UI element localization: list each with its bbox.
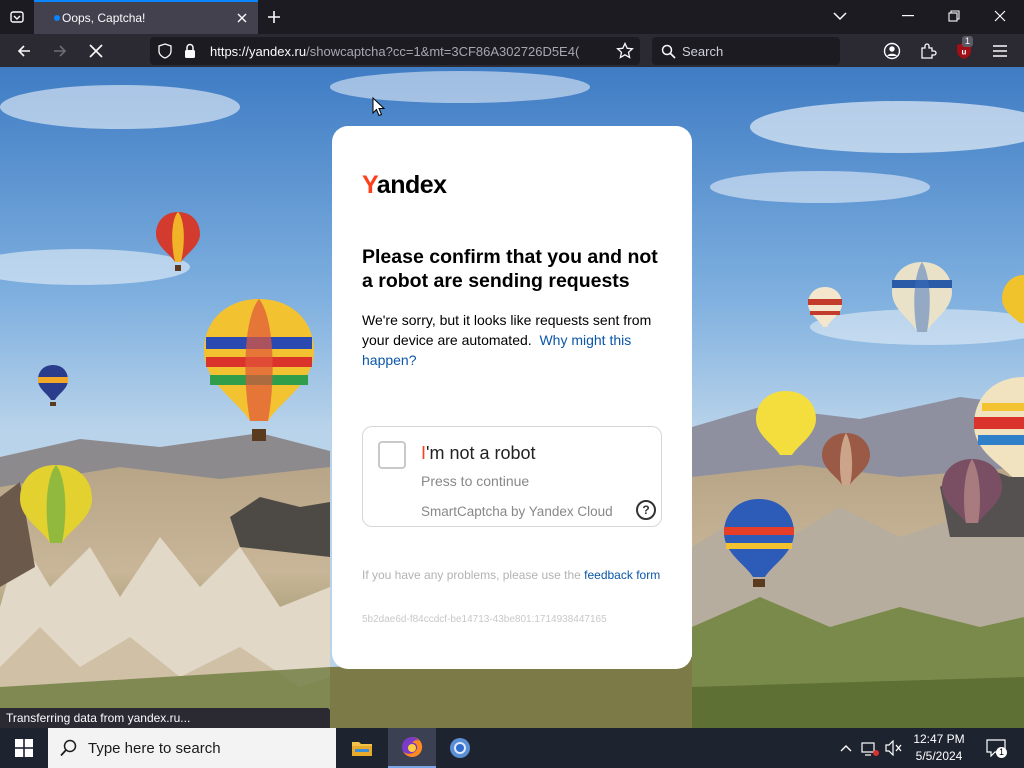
extensions-puzzle-icon[interactable] [914,37,942,65]
taskbar-clock[interactable]: 12:47 PM 5/5/2024 [904,731,974,765]
feedback-form-link[interactable]: feedback form [584,568,660,582]
search-bar[interactable]: Search [652,37,840,65]
not-robot-label[interactable]: I'm not a robot [421,443,536,464]
chrome-icon[interactable] [436,728,484,768]
windows-start-icon[interactable] [0,728,48,768]
minimize-icon[interactable] [888,2,928,30]
search-icon [661,44,676,64]
hot-air-balloon-image [892,262,952,332]
search-placeholder: Search [682,44,724,59]
label-rest: 'm not a robot [426,443,536,463]
press-to-continue-label: Press to continue [421,473,530,489]
lock-icon[interactable] [184,43,196,64]
tab-list-icon[interactable] [4,4,30,30]
forward-arrow-icon[interactable] [46,37,74,65]
file-explorer-icon[interactable] [338,728,386,768]
hot-air-balloon-image [756,391,816,455]
hamburger-menu-icon[interactable] [986,37,1014,65]
status-bar: Transferring data from yandex.ru... [0,708,330,728]
feedback-note: If you have any problems, please use the… [362,567,662,583]
back-arrow-icon[interactable] [10,37,38,65]
page-background: Yandex Please confirm that you and not a… [0,67,1024,728]
clock-time: 12:47 PM [913,732,965,746]
volume-muted-icon[interactable] [884,738,904,758]
hot-air-balloon-image [822,433,870,485]
hot-air-balloon-image [942,459,1002,523]
restore-icon[interactable] [934,2,974,30]
tab-bar: Oops, Captcha! [0,0,1024,34]
extension-badge: 1 [962,36,974,47]
tray-chevron-up-icon[interactable] [836,738,856,758]
feedback-text: If you have any problems, please use the [362,568,581,582]
url-path: /showcaptcha?cc=1&mt=3CF86A302726D5E4( [306,44,580,59]
windows-taskbar: Type here to search 12:47 PM 5/5/2024 1 [0,728,1024,768]
request-id: 5b2dae6d-f84ccdcf-be14713-43be801:171493… [362,614,607,625]
firefox-icon[interactable] [388,728,436,768]
clock-date: 5/5/2024 [915,749,963,763]
help-question-icon[interactable]: ? [636,500,656,520]
smartcaptcha-credit[interactable]: SmartCaptcha by Yandex Cloud [421,504,613,519]
notification-center-icon[interactable]: 1 [984,738,1008,758]
hot-air-balloon-image [20,465,92,543]
hot-air-balloon-image [1002,275,1024,323]
not-robot-checkbox[interactable] [378,441,406,469]
chevron-down-icon[interactable] [820,2,860,30]
url-text: https://yandex.ru/showcaptcha?cc=1&mt=3C… [210,44,608,59]
page-title: Please confirm that you and not a robot … [362,246,658,292]
close-window-icon[interactable] [980,2,1020,30]
taskbar-search-placeholder: Type here to search [88,740,221,757]
new-tab-icon[interactable] [262,5,286,29]
logo-letter: Y [362,171,377,199]
tab-active[interactable]: Oops, Captcha! [34,0,258,34]
navigation-bar: https://yandex.ru/showcaptcha?cc=1&mt=3C… [0,34,1024,67]
hot-air-balloon-image [204,299,314,441]
mouse-pointer-icon [372,97,386,117]
shield-icon[interactable] [158,43,172,64]
yandex-logo[interactable]: Yandex [362,171,447,200]
hot-air-balloon-image [156,212,200,271]
search-icon [60,739,78,762]
hot-air-balloon-image [38,365,68,406]
tab-title: Oops, Captcha! [62,11,146,25]
url-domain: https://yandex.ru [210,44,307,59]
captcha-description: We're sorry, but it looks like requests … [362,310,667,370]
svg-text:u: u [962,48,967,57]
close-tab-icon[interactable] [234,10,250,26]
hot-air-balloon-image [724,499,794,587]
network-icon[interactable] [860,738,880,758]
account-icon[interactable] [878,37,906,65]
stop-loading-icon[interactable] [82,37,110,65]
bookmark-star-icon[interactable] [616,41,634,65]
url-bar[interactable]: https://yandex.ru/showcaptcha?cc=1&mt=3C… [150,37,640,65]
logo-rest: andex [376,171,447,199]
taskbar-search-box[interactable]: Type here to search [48,728,336,768]
smartcaptcha-widget[interactable]: I'm not a robot Press to continue SmartC… [362,426,662,527]
hot-air-balloon-image [808,287,842,327]
loading-dot-icon [54,15,60,21]
notification-count: 1 [996,747,1007,758]
captcha-card: Yandex Please confirm that you and not a… [332,126,692,669]
